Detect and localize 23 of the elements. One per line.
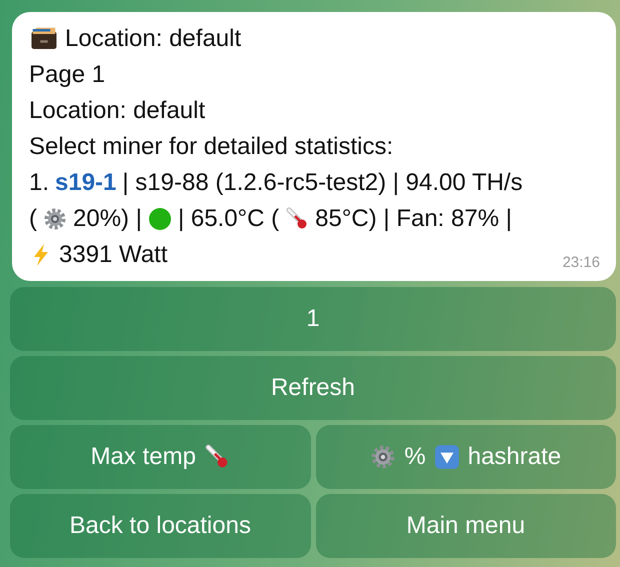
message-text: ( (29, 205, 37, 233)
message-text: | 65.0°C ( (178, 205, 280, 233)
gear-icon (370, 444, 396, 470)
message-time: 23:16 (562, 254, 600, 271)
message-text: Select miner for detailed statistics: (29, 133, 394, 161)
keyboard-button[interactable]: Back to locations (10, 494, 310, 558)
keyboard-button[interactable]: % hashrate (316, 425, 616, 489)
miner-link[interactable]: s19-1 (55, 169, 116, 197)
message-text: | s19-88 (1.2.6-rc5-test2) | 94.00 TH/s (122, 169, 523, 197)
keyboard-button[interactable]: Refresh (10, 356, 616, 420)
message-text: Location: default (29, 97, 206, 125)
message-text: Page 1 (29, 61, 106, 89)
message-text: 3391 Watt (59, 241, 168, 269)
keyboard-button[interactable]: Main menu (316, 494, 616, 558)
thermometer-icon (204, 444, 230, 470)
gear-icon (43, 207, 67, 231)
message-text: 20%) | (73, 205, 142, 233)
keyboard-button[interactable]: 1 (10, 287, 616, 351)
message-text: 1. (29, 169, 50, 197)
thermometer-icon (285, 207, 310, 231)
message-text: Location: default (65, 25, 242, 53)
message-text: 85°C) | Fan: 87% | (315, 205, 512, 233)
keyboard-button[interactable]: Max temp (10, 425, 310, 489)
